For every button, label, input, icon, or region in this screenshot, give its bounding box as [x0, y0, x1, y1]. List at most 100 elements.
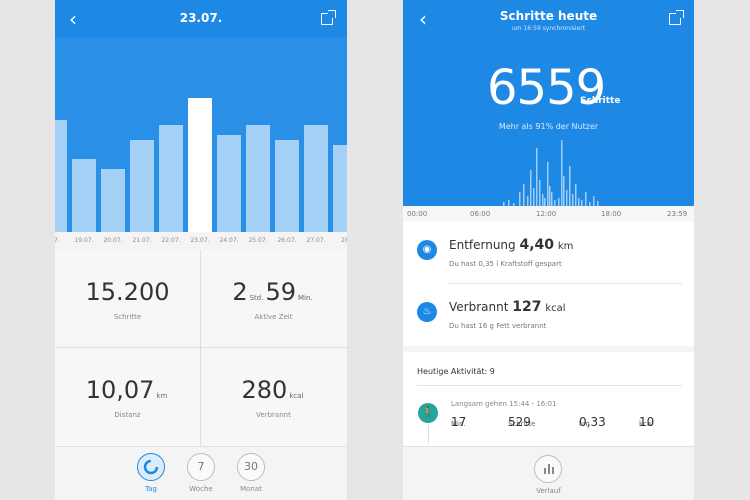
distance-label: Entfernung [449, 238, 516, 252]
hour-bar [547, 162, 549, 206]
date-label: 22.07. [161, 237, 181, 244]
chart-bar[interactable] [275, 140, 299, 232]
activity-steps: 529 [508, 415, 531, 429]
chart-bar[interactable] [55, 120, 67, 232]
hour-bar [572, 194, 574, 206]
date-label: 20.07. [103, 237, 123, 244]
minutes-unit: Min. [298, 294, 313, 302]
bar-chart-icon[interactable] [534, 455, 562, 483]
hour-bar [575, 184, 577, 206]
active-minutes: 59 [265, 278, 297, 306]
daily-steps-chart[interactable] [55, 38, 347, 232]
hour-bar [542, 194, 544, 206]
chart-bar[interactable] [188, 98, 212, 232]
tab-week[interactable]: 7 Woche [181, 453, 221, 493]
tab-day[interactable]: Tag [131, 453, 171, 493]
hour-bar [549, 186, 551, 206]
date-label: 28 [341, 237, 347, 244]
active-hours: 2 [232, 278, 248, 306]
time-tick: 23:59 [667, 210, 688, 218]
left-screen: ‹ 23.07. 07. 19.07. 20.07. 21.07. 22.07. 23.0… [55, 0, 347, 500]
burned-unit: kcal [289, 392, 304, 400]
burned-row[interactable]: ♨ Verbrannt 127 kcal Du hast 16 g Fett v… [403, 284, 694, 344]
percentile-text: Mehr als 91% der Nutzer [498, 122, 599, 131]
steps-value: 15.200 [85, 278, 170, 306]
hour-bar [563, 176, 565, 206]
hour-bar [539, 180, 541, 206]
date-label: 27.07. [306, 237, 326, 244]
hour-bar [569, 166, 571, 206]
right-screen: ‹ Schritte heute um 16:59 synchronisiert… [403, 0, 694, 500]
tab-label: Monat [240, 485, 262, 493]
distance-unit: km [156, 392, 168, 400]
burned-label: Verbrannt [256, 411, 291, 419]
time-tick: 12:00 [536, 210, 557, 218]
steps-label: Schritte [113, 313, 142, 321]
share-icon[interactable] [669, 10, 684, 25]
hour-bar [578, 198, 580, 206]
chart-bar[interactable] [333, 145, 347, 232]
week-badge: 7 [187, 453, 215, 481]
period-tabs: Tag 7 Woche 30 Monat [55, 446, 347, 500]
steps-count: 6559 [487, 60, 606, 116]
date-label: 23.07. [190, 237, 210, 244]
location-pin-icon: ◉ [417, 240, 437, 260]
chart-bar[interactable] [101, 169, 125, 232]
page-title: 23.07. [179, 11, 223, 25]
date-label: 25.07. [248, 237, 268, 244]
hour-bar [533, 188, 535, 206]
time-tick: 06:00 [470, 210, 491, 218]
burned-number: 280 [241, 376, 288, 404]
active-time-value: 2 Std.59 Min. [201, 278, 346, 306]
chart-bar[interactable] [304, 125, 328, 232]
date-label: 24.07. [219, 237, 239, 244]
hourly-steps-chart[interactable] [403, 140, 694, 206]
distance-stat: 10,07 km Distanz [55, 348, 200, 445]
divider [417, 385, 682, 386]
active-time-stat: 2 Std.59 Min. Aktive Zeit [201, 250, 346, 347]
hours-unit: Std. [249, 294, 264, 302]
chart-bar[interactable] [72, 159, 96, 232]
tab-month[interactable]: 30 Monat [231, 453, 271, 493]
hour-bar [527, 196, 529, 206]
share-icon[interactable] [321, 10, 336, 25]
burned-stat: 280 kcal Verbrannt [201, 348, 346, 445]
distance-row[interactable]: ◉ Entfernung 4,40 km Du hast 0,35 l Kraf… [403, 222, 694, 282]
date-axis: 07. 19.07. 20.07. 21.07. 22.07. 23.07. 24.07. 2… [55, 232, 347, 250]
distance-value: 10,07 km [55, 376, 200, 404]
hour-bar [523, 184, 525, 206]
date-label: 21.07. [132, 237, 152, 244]
stats-grid: 15.200 Schritte 2 Std.59 Min. Aktive Zeit … [55, 250, 347, 446]
distance-desc: Du hast 0,35 l Kraftstoff gespart [449, 260, 562, 268]
steps-stat: 15.200 Schritte [55, 250, 200, 347]
metrics-card: ◉ Entfernung 4,40 km Du hast 0,35 l Kraf… [403, 222, 694, 346]
hour-bar [593, 196, 595, 206]
activity-heading: Heutige Aktivität: 9 [417, 367, 495, 376]
activity-km: 0,33 [579, 415, 606, 429]
page-title: Schritte heute [499, 9, 598, 23]
date-label: 26.07. [277, 237, 297, 244]
hour-bar [544, 198, 546, 206]
hour-bar [558, 198, 560, 206]
hour-bar [530, 170, 532, 206]
burned-label: Verbrannt [449, 300, 509, 314]
hour-bar [519, 192, 521, 206]
steps-header: ‹ Schritte heute um 16:59 synchronisiert… [403, 0, 694, 206]
chart-bar[interactable] [159, 125, 183, 232]
flame-icon: ♨ [417, 302, 437, 322]
walking-icon: 🚶 [418, 403, 438, 423]
tab-label: Tag [145, 485, 157, 493]
time-tick: 18:00 [601, 210, 622, 218]
chart-bar[interactable] [246, 125, 270, 232]
chart-bar[interactable] [217, 135, 241, 232]
distance-line: Entfernung 4,40 km [449, 237, 573, 253]
hour-bar [561, 140, 563, 206]
burned-line: Verbrannt 127 kcal [449, 299, 566, 315]
activity-title[interactable]: Langsam gehen 15:44 - 16:01 [451, 400, 557, 408]
day-icon [137, 453, 165, 481]
distance-label: Distanz [114, 411, 141, 419]
hour-bar [551, 192, 553, 206]
activity-kcal: 10 [639, 415, 655, 429]
tab-label: Woche [189, 485, 213, 493]
chart-bar[interactable] [130, 140, 154, 232]
